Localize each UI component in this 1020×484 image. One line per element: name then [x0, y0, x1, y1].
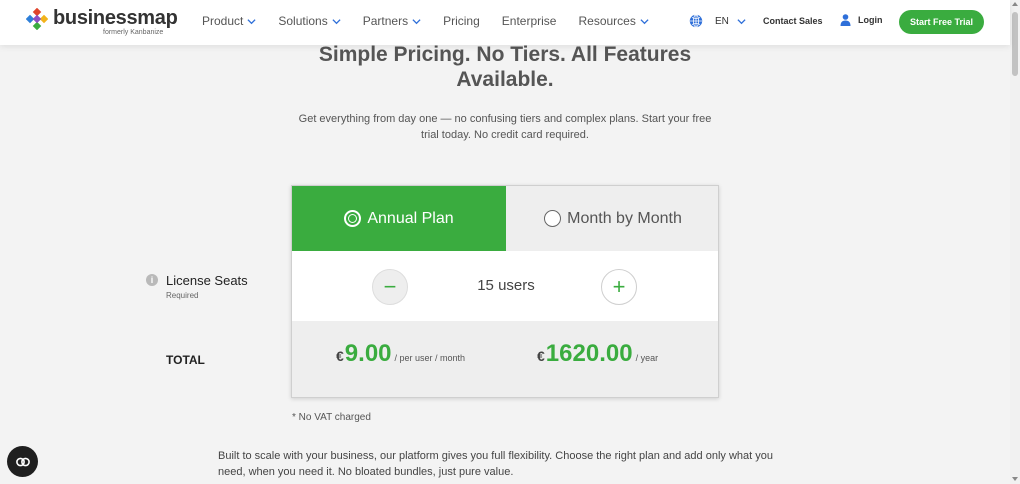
- price-yearly: € 1620.00 / year: [537, 340, 658, 368]
- price-unit: / year: [635, 353, 659, 363]
- logo-mark-icon: [26, 8, 48, 30]
- page-scrollbar[interactable]: [1010, 0, 1020, 484]
- scroll-down-arrow-icon[interactable]: [1012, 477, 1018, 481]
- pricing-description: Built to scale with your business, our p…: [218, 450, 773, 478]
- tab-annual-plan[interactable]: Annual Plan: [292, 186, 506, 251]
- nav-resources[interactable]: Resources: [578, 14, 649, 28]
- seats-value: 15 users: [477, 277, 535, 294]
- nav-label: Resources: [578, 14, 636, 28]
- nav-label: Enterprise: [501, 14, 557, 28]
- tab-label: Annual Plan: [367, 209, 454, 227]
- logo-subtext: formerly Kanbanize: [103, 29, 164, 36]
- login-link[interactable]: Login: [840, 14, 883, 26]
- price-amount: 1620.00: [545, 340, 633, 367]
- page-title: Simple Pricing. No Tiers. All Features A…: [318, 43, 692, 91]
- price-per-user: € 9.00 / per user / month: [336, 340, 465, 368]
- total-label: TOTAL: [166, 353, 205, 367]
- license-seats-label: License Seats: [166, 273, 248, 288]
- price-amount: 9.00: [344, 340, 392, 367]
- scroll-thumb[interactable]: [1012, 12, 1018, 76]
- login-label: Login: [858, 15, 883, 25]
- price-unit: / per user / month: [394, 353, 466, 363]
- radio-selected-icon: [344, 210, 362, 227]
- license-seats-required: Required: [166, 291, 199, 300]
- nav-partners[interactable]: Partners: [363, 14, 421, 28]
- currency-symbol: €: [537, 348, 545, 364]
- info-icon[interactable]: i: [146, 274, 158, 286]
- scroll-up-arrow-icon[interactable]: [1012, 2, 1018, 6]
- nav-label: Product: [202, 14, 244, 28]
- site-header: businessmap formerly Kanbanize Product S…: [0, 0, 1010, 45]
- tab-label: Month by Month: [567, 209, 682, 227]
- chevron-down-icon: [332, 18, 341, 24]
- vat-note: * No VAT charged: [292, 412, 371, 423]
- seats-stepper: − 15 users +: [292, 251, 718, 321]
- nav-solutions[interactable]: Solutions: [278, 14, 341, 28]
- logo[interactable]: businessmap formerly Kanbanize: [26, 7, 186, 39]
- main-nav: Product Solutions Partners Pricing Enter…: [202, 14, 671, 28]
- chevron-down-icon: [737, 18, 746, 24]
- start-free-trial-button[interactable]: Start Free Trial: [899, 10, 984, 34]
- chevron-down-icon: [640, 18, 649, 24]
- user-icon: [840, 14, 851, 26]
- chevron-down-icon: [247, 18, 256, 24]
- total-row: € 9.00 / per user / month € 1620.00 / ye…: [292, 321, 718, 397]
- nav-enterprise[interactable]: Enterprise: [502, 14, 557, 28]
- nav-label: Pricing: [443, 14, 480, 28]
- pricing-card: Annual Plan Month by Month − 15 users + …: [291, 185, 719, 398]
- globe-icon: [689, 14, 703, 28]
- nav-label: Partners: [362, 14, 409, 28]
- nav-pricing[interactable]: Pricing: [443, 14, 480, 28]
- increase-seats-button[interactable]: +: [601, 269, 637, 305]
- decrease-seats-button[interactable]: −: [372, 269, 408, 305]
- radio-unselected-icon: [544, 210, 562, 227]
- page-subtitle: Get everything from day one — no confusi…: [298, 113, 712, 141]
- chat-icon: [15, 457, 30, 466]
- tab-month-by-month[interactable]: Month by Month: [506, 186, 718, 251]
- chevron-down-icon: [412, 18, 421, 24]
- language-label: EN: [715, 15, 729, 27]
- chat-button[interactable]: [7, 446, 38, 477]
- language-selector[interactable]: EN: [689, 14, 746, 28]
- currency-symbol: €: [336, 348, 344, 364]
- contact-sales-link[interactable]: Contact Sales: [763, 16, 823, 26]
- nav-product[interactable]: Product: [202, 14, 256, 28]
- logo-text: businessmap: [53, 7, 178, 29]
- nav-label: Solutions: [278, 14, 328, 28]
